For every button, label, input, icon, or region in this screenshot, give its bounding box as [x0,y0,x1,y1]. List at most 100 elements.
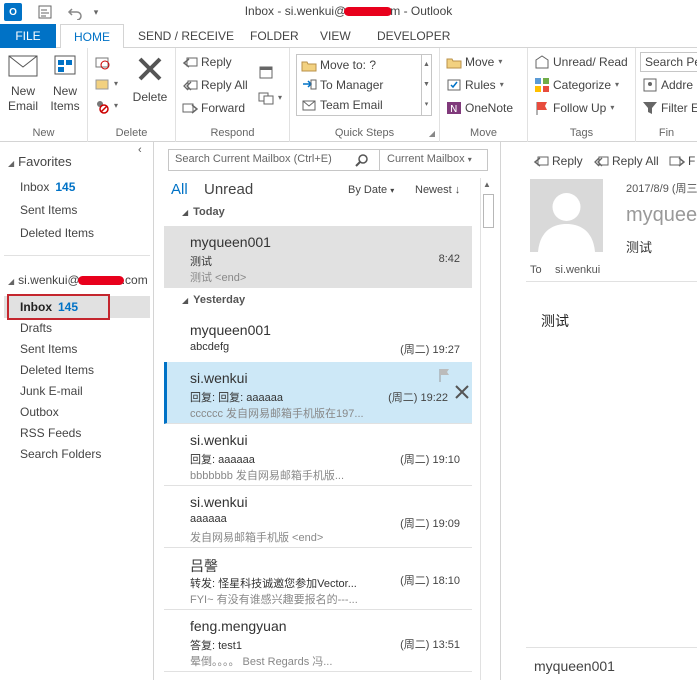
favorites-label: Favorites [18,154,72,169]
message-sender: si.wenkui [190,494,248,510]
folder-rss-feeds[interactable]: RSS Feeds [20,423,81,443]
group-header-yesterday[interactable]: ◢ Yesterday [182,294,245,306]
favorite-inbox-label: Inbox [20,180,50,194]
unread-read-button[interactable]: Unread/ Read [534,52,628,72]
message-time: (周二) 18:10 [400,575,460,587]
rules-label: Rules [465,78,496,92]
group-label-yesterday: Yesterday [193,294,246,306]
filter-unread[interactable]: Unread [204,181,253,198]
folder-drafts[interactable]: Drafts [20,318,52,338]
delete-button[interactable]: Delete [130,54,170,105]
folder-search-folders[interactable]: Search Folders [20,444,101,464]
tab-home[interactable]: HOME [60,24,124,49]
reading-reply-all-button[interactable]: Reply All [593,153,659,169]
address-book-button[interactable]: Addre [642,75,693,95]
filter-all[interactable]: All [171,181,188,198]
scrollbar-thumb[interactable] [483,194,494,228]
address-book-label: Addre [661,78,694,92]
tab-view[interactable]: VIEW [320,24,351,48]
scroll-up-icon[interactable]: ▲ [483,180,491,189]
junk-button[interactable]: ▾ [94,96,118,116]
quick-steps-scroll[interactable]: ▲ ▼ ▾ [422,54,432,116]
message-time: (周二) 19:27 [400,344,460,356]
message-subject: aaaaaa [190,513,227,525]
quick-steps-gallery: Move to: ? To Manager Team Email [296,54,422,116]
tab-developer[interactable]: DEVELOPER [377,24,450,48]
categorize-button[interactable]: Categorize ▾ [534,75,619,95]
reply-all-button[interactable]: Reply All [182,75,248,95]
quick-step-team-email[interactable]: Team Email [301,95,383,115]
ribbon-group-label-quick-steps: Quick Steps [334,127,395,139]
to-recipient[interactable]: si.wenkui [555,264,600,276]
rules-button[interactable]: Rules ▾ [446,75,504,95]
move-button[interactable]: Move ▾ [446,52,502,72]
unread-count-badge: 145 [55,180,76,194]
new-email-button[interactable]: New Email [4,54,42,114]
message-subject: 答复: test1 [190,640,242,652]
message-item[interactable]: myqueen001 测试 测试 <end> 8:42 [164,226,472,288]
favorite-inbox[interactable]: Inbox 145 [20,177,75,197]
search-scope-dropdown[interactable]: Current Mailbox ▾ [387,153,472,165]
more-respond-button[interactable]: ▾ [258,88,282,108]
reply-button[interactable]: Reply [182,52,232,72]
tab-folder[interactable]: FOLDER [250,24,299,48]
tab-send-receive[interactable]: SEND / RECEIVE [138,24,234,48]
message-time: (周二) 19:22 [388,392,448,404]
account-header[interactable]: ◢ si.wenkui@ .com [8,270,148,290]
delete-icon [135,54,165,84]
favorite-deleted-items[interactable]: Deleted Items [20,223,94,243]
sort-by-dropdown[interactable]: By Date ▾ [348,184,394,196]
favorite-sent-items[interactable]: Sent Items [20,200,77,220]
folder-inbox-label: Inbox [20,300,52,314]
group-label-today: Today [193,206,225,218]
arrow-down-icon: ↓ [454,184,461,196]
follow-up-button[interactable]: Follow Up ▾ [534,98,614,118]
forward-button[interactable]: Forward [182,98,245,118]
onenote-button[interactable]: N OneNote [446,98,513,118]
people-pane-sender[interactable]: myqueen001 [534,658,615,674]
sender-avatar [530,179,603,252]
quick-step-to-manager[interactable]: To Manager [301,75,383,95]
message-list-scrollbar[interactable]: ▲ [480,178,495,680]
folder-inbox[interactable]: Inbox 145 [20,297,78,317]
search-people-input[interactable]: Search Pe [640,52,697,72]
message-list: Search Current Mailbox (Ctrl+E) Current … [154,142,497,680]
folder-sent-items[interactable]: Sent Items [20,339,77,359]
unread-count-badge: 145 [58,300,79,314]
sort-order-toggle[interactable]: Newest ↓ [415,184,460,196]
clean-up-button[interactable]: ▾ [94,74,118,94]
folder-junk-email[interactable]: Junk E-mail [20,381,83,401]
ribbon: New Email New Items New ▾ ▾ Delete Delet… [0,48,697,142]
favorites-header[interactable]: ◢ Favorites [8,152,72,172]
tab-file[interactable]: FILE [0,24,56,48]
redaction-mark [344,7,393,17]
search-icon[interactable] [355,153,369,170]
folder-outbox[interactable]: Outbox [20,402,59,422]
quick-steps-launcher-icon[interactable]: ◢ [429,129,435,138]
ignore-button[interactable] [94,52,110,72]
quick-step-move-to[interactable]: Move to: ? [301,55,376,75]
meeting-icon [258,64,274,80]
meeting-button[interactable] [258,62,274,82]
message-item[interactable]: si.wenkui 回复: aaaaaa bbbbbbb 发自网易邮箱手机版..… [164,424,472,486]
redaction-mark [77,276,124,286]
title-bar: O ▾ Inbox - si.wenkui@ m - Outlook [0,0,697,24]
filter-email-button[interactable]: Filter E [642,98,697,118]
unread-read-icon [534,54,550,70]
message-item[interactable]: feng.mengyuan 答复: test1 晕倒。。。。 Best Rega… [164,610,472,672]
reply-all-icon [593,153,609,169]
delete-message-icon[interactable] [454,384,470,403]
reading-reply-button[interactable]: Reply [533,153,583,169]
collapse-folder-pane-icon[interactable]: ‹ [138,144,142,156]
group-header-today[interactable]: ◢ Today [182,206,225,218]
sort-by-label: By Date [348,184,388,196]
folder-deleted-items[interactable]: Deleted Items [20,360,94,380]
new-items-button[interactable]: New Items [46,54,84,114]
message-sender: feng.mengyuan [190,618,287,634]
search-input[interactable]: Search Current Mailbox (Ctrl+E) [175,153,332,165]
reading-forward-button[interactable]: F [669,153,695,169]
flag-icon[interactable] [438,368,450,385]
message-item[interactable]: si.wenkui aaaaaa 发自网易邮箱手机版 <end> (周二) 19… [164,486,472,548]
message-item[interactable]: si.wenkui 回复: 回复: aaaaaa cccccc 发自网易邮箱手机… [164,362,472,424]
message-item[interactable]: 吕謦 转发: 怪星科技诚邀您参加Vector... FYI~ 有没有谁感兴趣要报… [164,548,472,610]
